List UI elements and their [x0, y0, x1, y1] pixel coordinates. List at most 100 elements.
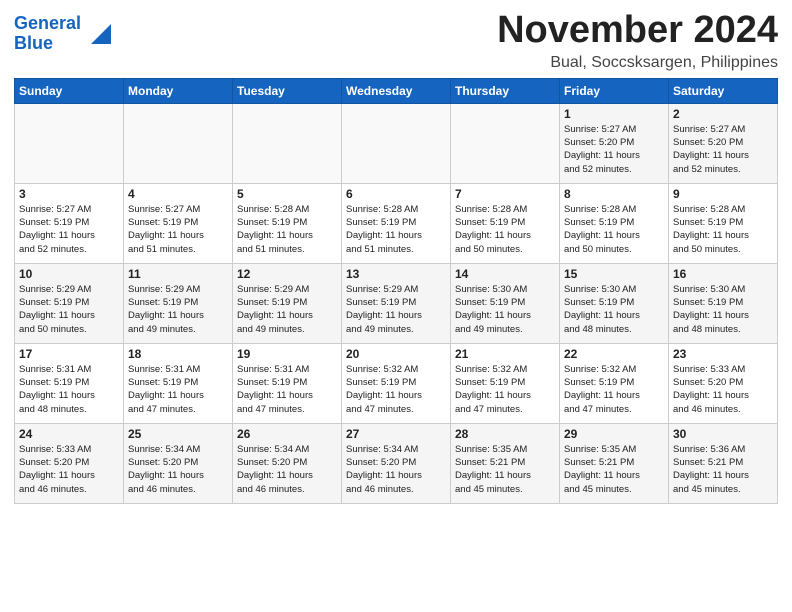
- calendar-cell: [233, 103, 342, 183]
- day-info: Sunrise: 5:33 AM Sunset: 5:20 PM Dayligh…: [673, 363, 773, 416]
- calendar-cell: 14 Sunrise: 5:30 AM Sunset: 5:19 PM Dayli…: [451, 263, 560, 343]
- calendar-cell: 22Sunrise: 5:32 AM Sunset: 5:19 PM Dayli…: [560, 343, 669, 423]
- calendar-week-0: 1Sunrise: 5:27 AM Sunset: 5:20 PM Daylig…: [15, 103, 778, 183]
- day-number: 10: [19, 267, 119, 281]
- calendar-cell: 12Sunrise: 5:29 AM Sunset: 5:19 PM Dayli…: [233, 263, 342, 343]
- title-area: November 2024 Bual, Soccsksargen, Philip…: [497, 10, 778, 72]
- day-number: 13: [346, 267, 446, 281]
- day-info: Sunrise: 5:35 AM Sunset: 5:21 PM Dayligh…: [455, 443, 555, 496]
- weekday-header-sunday: Sunday: [15, 78, 124, 103]
- day-info: Sunrise: 5:27 AM Sunset: 5:20 PM Dayligh…: [564, 123, 664, 176]
- calendar-cell: 25 Sunrise: 5:34 AM Sunset: 5:20 PM Dayli…: [124, 423, 233, 503]
- day-info: Sunrise: 5:34 AM Sunset: 5:20 PM Dayligh…: [128, 443, 228, 496]
- calendar-cell: 18 Sunrise: 5:31 AM Sunset: 5:19 PM Dayli…: [124, 343, 233, 423]
- weekday-header-tuesday: Tuesday: [233, 78, 342, 103]
- day-number: 15: [564, 267, 664, 281]
- calendar-cell: 27 Sunrise: 5:34 AM Sunset: 5:20 PM Dayli…: [342, 423, 451, 503]
- calendar-cell: 29 Sunrise: 5:35 AM Sunset: 5:21 PM Dayli…: [560, 423, 669, 503]
- calendar-cell: 9Sunrise: 5:28 AM Sunset: 5:19 PM Daylig…: [669, 183, 778, 263]
- day-info: Sunrise: 5:27 AM Sunset: 5:19 PM Dayligh…: [19, 203, 119, 256]
- day-info: Sunrise: 5:31 AM Sunset: 5:19 PM Dayligh…: [128, 363, 228, 416]
- day-info: Sunrise: 5:35 AM Sunset: 5:21 PM Dayligh…: [564, 443, 664, 496]
- calendar-cell: 16Sunrise: 5:30 AM Sunset: 5:19 PM Dayli…: [669, 263, 778, 343]
- calendar-week-2: 10 Sunrise: 5:29 AM Sunset: 5:19 PM Dayli…: [15, 263, 778, 343]
- day-number: 20: [346, 347, 446, 361]
- day-info: Sunrise: 5:29 AM Sunset: 5:19 PM Dayligh…: [128, 283, 228, 336]
- day-info: Sunrise: 5:30 AM Sunset: 5:19 PM Dayligh…: [455, 283, 555, 336]
- calendar-cell: 1Sunrise: 5:27 AM Sunset: 5:20 PM Daylig…: [560, 103, 669, 183]
- day-info: Sunrise: 5:33 AM Sunset: 5:20 PM Dayligh…: [19, 443, 119, 496]
- day-number: 6: [346, 187, 446, 201]
- calendar-cell: 3 Sunrise: 5:27 AM Sunset: 5:19 PM Daylig…: [15, 183, 124, 263]
- day-number: 4: [128, 187, 228, 201]
- calendar-cell: 11 Sunrise: 5:29 AM Sunset: 5:19 PM Dayli…: [124, 263, 233, 343]
- day-info: Sunrise: 5:34 AM Sunset: 5:20 PM Dayligh…: [346, 443, 446, 496]
- location: Bual, Soccsksargen, Philippines: [497, 54, 778, 72]
- day-number: 26: [237, 427, 337, 441]
- day-info: Sunrise: 5:32 AM Sunset: 5:19 PM Dayligh…: [564, 363, 664, 416]
- day-info: Sunrise: 5:31 AM Sunset: 5:19 PM Dayligh…: [19, 363, 119, 416]
- day-info: Sunrise: 5:32 AM Sunset: 5:19 PM Dayligh…: [455, 363, 555, 416]
- day-number: 27: [346, 427, 446, 441]
- day-info: Sunrise: 5:32 AM Sunset: 5:19 PM Dayligh…: [346, 363, 446, 416]
- calendar-week-3: 17 Sunrise: 5:31 AM Sunset: 5:19 PM Dayli…: [15, 343, 778, 423]
- day-info: Sunrise: 5:30 AM Sunset: 5:19 PM Dayligh…: [673, 283, 773, 336]
- day-info: Sunrise: 5:28 AM Sunset: 5:19 PM Dayligh…: [455, 203, 555, 256]
- calendar-cell: 2 Sunrise: 5:27 AM Sunset: 5:20 PM Daylig…: [669, 103, 778, 183]
- calendar-cell: 13Sunrise: 5:29 AM Sunset: 5:19 PM Dayli…: [342, 263, 451, 343]
- day-number: 2: [673, 107, 773, 121]
- day-number: 8: [564, 187, 664, 201]
- calendar-cell: 28 Sunrise: 5:35 AM Sunset: 5:21 PM Dayli…: [451, 423, 560, 503]
- calendar-cell: 20 Sunrise: 5:32 AM Sunset: 5:19 PM Dayli…: [342, 343, 451, 423]
- day-number: 23: [673, 347, 773, 361]
- logo-line2: Blue: [14, 33, 53, 53]
- calendar-table: SundayMondayTuesdayWednesdayThursdayFrid…: [14, 78, 778, 504]
- day-info: Sunrise: 5:28 AM Sunset: 5:19 PM Dayligh…: [673, 203, 773, 256]
- day-info: Sunrise: 5:31 AM Sunset: 5:19 PM Dayligh…: [237, 363, 337, 416]
- day-number: 12: [237, 267, 337, 281]
- day-number: 29: [564, 427, 664, 441]
- day-info: Sunrise: 5:27 AM Sunset: 5:20 PM Dayligh…: [673, 123, 773, 176]
- weekday-header-thursday: Thursday: [451, 78, 560, 103]
- calendar-cell: 10 Sunrise: 5:29 AM Sunset: 5:19 PM Dayli…: [15, 263, 124, 343]
- day-info: Sunrise: 5:30 AM Sunset: 5:19 PM Dayligh…: [564, 283, 664, 336]
- calendar-cell: [342, 103, 451, 183]
- day-info: Sunrise: 5:29 AM Sunset: 5:19 PM Dayligh…: [19, 283, 119, 336]
- day-info: Sunrise: 5:34 AM Sunset: 5:20 PM Dayligh…: [237, 443, 337, 496]
- day-info: Sunrise: 5:27 AM Sunset: 5:19 PM Dayligh…: [128, 203, 228, 256]
- calendar-week-4: 24Sunrise: 5:33 AM Sunset: 5:20 PM Dayli…: [15, 423, 778, 503]
- day-number: 18: [128, 347, 228, 361]
- day-info: Sunrise: 5:36 AM Sunset: 5:21 PM Dayligh…: [673, 443, 773, 496]
- logo-area: General Blue: [14, 10, 111, 54]
- day-number: 25: [128, 427, 228, 441]
- logo-line1: General: [14, 13, 81, 33]
- calendar-cell: 5Sunrise: 5:28 AM Sunset: 5:19 PM Daylig…: [233, 183, 342, 263]
- day-number: 19: [237, 347, 337, 361]
- day-number: 3: [19, 187, 119, 201]
- calendar-cell: 7 Sunrise: 5:28 AM Sunset: 5:19 PM Daylig…: [451, 183, 560, 263]
- day-number: 14: [455, 267, 555, 281]
- calendar-cell: 19 Sunrise: 5:31 AM Sunset: 5:19 PM Dayli…: [233, 343, 342, 423]
- day-number: 28: [455, 427, 555, 441]
- calendar-cell: 23 Sunrise: 5:33 AM Sunset: 5:20 PM Dayli…: [669, 343, 778, 423]
- weekday-header-monday: Monday: [124, 78, 233, 103]
- day-number: 7: [455, 187, 555, 201]
- day-number: 30: [673, 427, 773, 441]
- calendar-cell: 4 Sunrise: 5:27 AM Sunset: 5:19 PM Daylig…: [124, 183, 233, 263]
- calendar-cell: 30 Sunrise: 5:36 AM Sunset: 5:21 PM Dayli…: [669, 423, 778, 503]
- day-number: 11: [128, 267, 228, 281]
- day-number: 17: [19, 347, 119, 361]
- logo: General Blue: [14, 14, 81, 54]
- calendar-cell: [124, 103, 233, 183]
- weekday-header-wednesday: Wednesday: [342, 78, 451, 103]
- calendar-cell: [451, 103, 560, 183]
- calendar-cell: 24Sunrise: 5:33 AM Sunset: 5:20 PM Dayli…: [15, 423, 124, 503]
- weekday-header-saturday: Saturday: [669, 78, 778, 103]
- weekday-header-friday: Friday: [560, 78, 669, 103]
- weekday-header-row: SundayMondayTuesdayWednesdayThursdayFrid…: [15, 78, 778, 103]
- calendar-cell: 21Sunrise: 5:32 AM Sunset: 5:19 PM Dayli…: [451, 343, 560, 423]
- calendar-cell: 26 Sunrise: 5:34 AM Sunset: 5:20 PM Dayli…: [233, 423, 342, 503]
- calendar-cell: 15 Sunrise: 5:30 AM Sunset: 5:19 PM Dayli…: [560, 263, 669, 343]
- day-info: Sunrise: 5:28 AM Sunset: 5:19 PM Dayligh…: [564, 203, 664, 256]
- day-info: Sunrise: 5:28 AM Sunset: 5:19 PM Dayligh…: [346, 203, 446, 256]
